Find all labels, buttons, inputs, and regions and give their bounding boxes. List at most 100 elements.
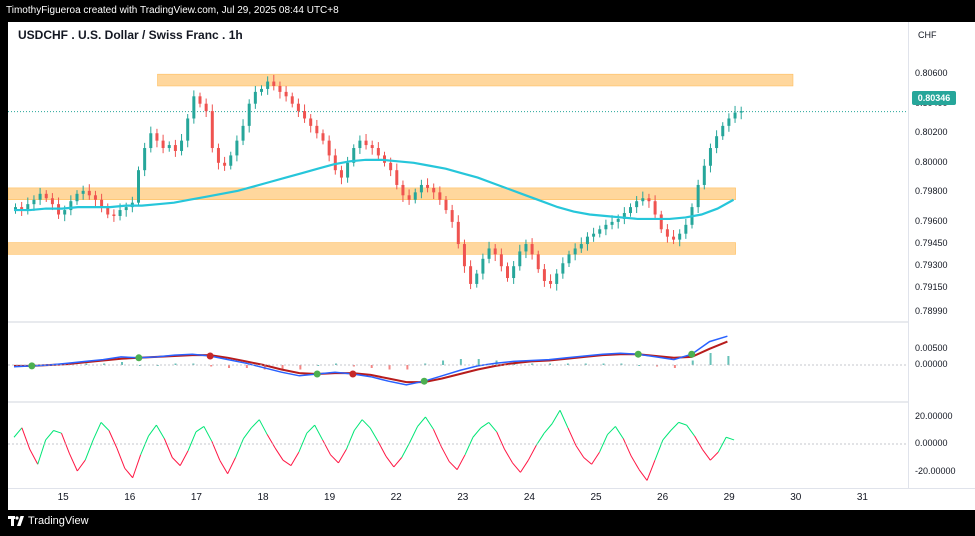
candle-body: [659, 214, 663, 230]
candle-body: [432, 187, 436, 193]
chart-plot-area[interactable]: [8, 22, 908, 488]
oscillator-segment: [717, 437, 727, 453]
indicator-tick-label: 0.00500: [915, 343, 948, 353]
oscillator-segment: [243, 427, 252, 439]
candle-body: [112, 214, 116, 216]
tradingview-logo-icon: [8, 516, 24, 526]
candle-body: [229, 155, 233, 166]
oscillator-segment: [599, 434, 608, 453]
candle-body: [561, 263, 565, 274]
candle-body: [512, 266, 516, 279]
time-tick-label: 23: [457, 492, 469, 503]
oscillator-segment: [84, 439, 94, 461]
oscillator-segment: [156, 424, 165, 439]
price-tick-label: 0.79600: [915, 215, 948, 226]
macd-cross-dot: [135, 354, 143, 362]
time-tick-label: 17: [190, 492, 202, 503]
indicator-tick-label: 20.00000: [915, 411, 953, 421]
candle-body: [407, 195, 411, 200]
candle-body: [493, 248, 497, 255]
oscillator-segment: [638, 469, 648, 481]
oscillator-segment: [92, 422, 102, 441]
candle-body: [50, 198, 54, 205]
candle-body: [253, 91, 257, 104]
macd-histogram-bar: [406, 365, 409, 370]
macd-cross-dot: [634, 350, 642, 358]
oscillator-segment: [535, 432, 545, 446]
currency-label: CHF: [918, 30, 937, 40]
candle-body: [450, 210, 454, 222]
candle-body: [173, 145, 177, 151]
candle-body: [456, 221, 460, 245]
candle-body: [296, 103, 300, 112]
macd-line: [13, 335, 728, 386]
candle-body: [100, 199, 104, 208]
oscillator-segment: [227, 457, 237, 474]
candle-body: [629, 207, 632, 214]
oscillator-segment: [282, 459, 292, 467]
chart-title: USDCHF . U.S. Dollar / Swiss Franc . 1h: [18, 28, 243, 42]
price-tick-label: 0.78990: [915, 306, 948, 316]
candle-body: [499, 254, 503, 267]
macd-histogram-bar: [388, 365, 391, 370]
oscillator-segment: [163, 438, 173, 458]
oscillator-segment: [298, 433, 308, 453]
oscillator-segment: [559, 410, 569, 429]
candle-body: [223, 162, 227, 166]
oscillator-segment: [53, 430, 62, 434]
time-tick-label: 25: [590, 492, 602, 503]
candle-body: [63, 210, 67, 215]
oscillator-segment: [670, 422, 680, 431]
candle-body: [604, 224, 608, 230]
time-tick-label: 30: [790, 492, 802, 503]
candle-body: [672, 236, 676, 240]
oscillator-segment: [622, 438, 632, 457]
macd-cross-dot: [206, 352, 214, 360]
time-axis[interactable]: [8, 488, 975, 510]
oscillator-segment: [543, 423, 553, 434]
candle-body: [536, 254, 540, 270]
candle-body: [81, 190, 85, 194]
oscillator-segment: [21, 427, 31, 450]
candle-body: [665, 229, 669, 237]
oscillator-segment: [353, 419, 363, 431]
oscillator-segment: [512, 462, 521, 473]
candle-body: [321, 133, 325, 141]
macd-histogram-bar: [210, 365, 213, 367]
chart-svg[interactable]: [8, 22, 908, 488]
time-tick-label: 19: [324, 492, 336, 503]
macd-histogram-bar: [709, 353, 712, 365]
oscillator-segment: [504, 449, 513, 464]
indicator-tick-label: -20.00000: [915, 466, 956, 476]
candle-body: [518, 251, 522, 267]
oscillator-segment: [306, 424, 316, 434]
candle-body: [266, 81, 270, 89]
price-tick-label: 0.79800: [915, 186, 948, 197]
support-resistance-zone: [8, 187, 736, 200]
candle-body: [346, 162, 350, 178]
candle-body: [426, 184, 430, 188]
oscillator-segment: [187, 431, 197, 451]
oscillator-segment: [527, 445, 537, 461]
candle-body: [124, 207, 128, 211]
oscillator-segment: [61, 433, 70, 454]
oscillator-segment: [496, 431, 506, 450]
candle-body: [186, 118, 190, 141]
time-tick-label: 18: [257, 492, 269, 503]
oscillator-segment: [591, 451, 600, 465]
candle-body: [598, 229, 602, 234]
tradingview-logo[interactable]: TradingView: [8, 515, 89, 527]
oscillator-segment: [583, 457, 592, 465]
candle-body: [290, 96, 294, 104]
oscillator-segment: [575, 445, 585, 458]
candle-body: [358, 140, 362, 149]
macd-histogram-bar: [245, 365, 248, 368]
time-tick-label: 22: [390, 492, 402, 503]
candle-body: [118, 210, 122, 216]
candle-body: [38, 193, 42, 200]
candle-body: [204, 103, 208, 112]
oscillator-segment: [488, 422, 498, 433]
oscillator-segment: [377, 441, 387, 457]
chart-frame: TimothyFigueroa created with TradingView…: [0, 0, 975, 536]
oscillator-segment: [702, 449, 711, 461]
